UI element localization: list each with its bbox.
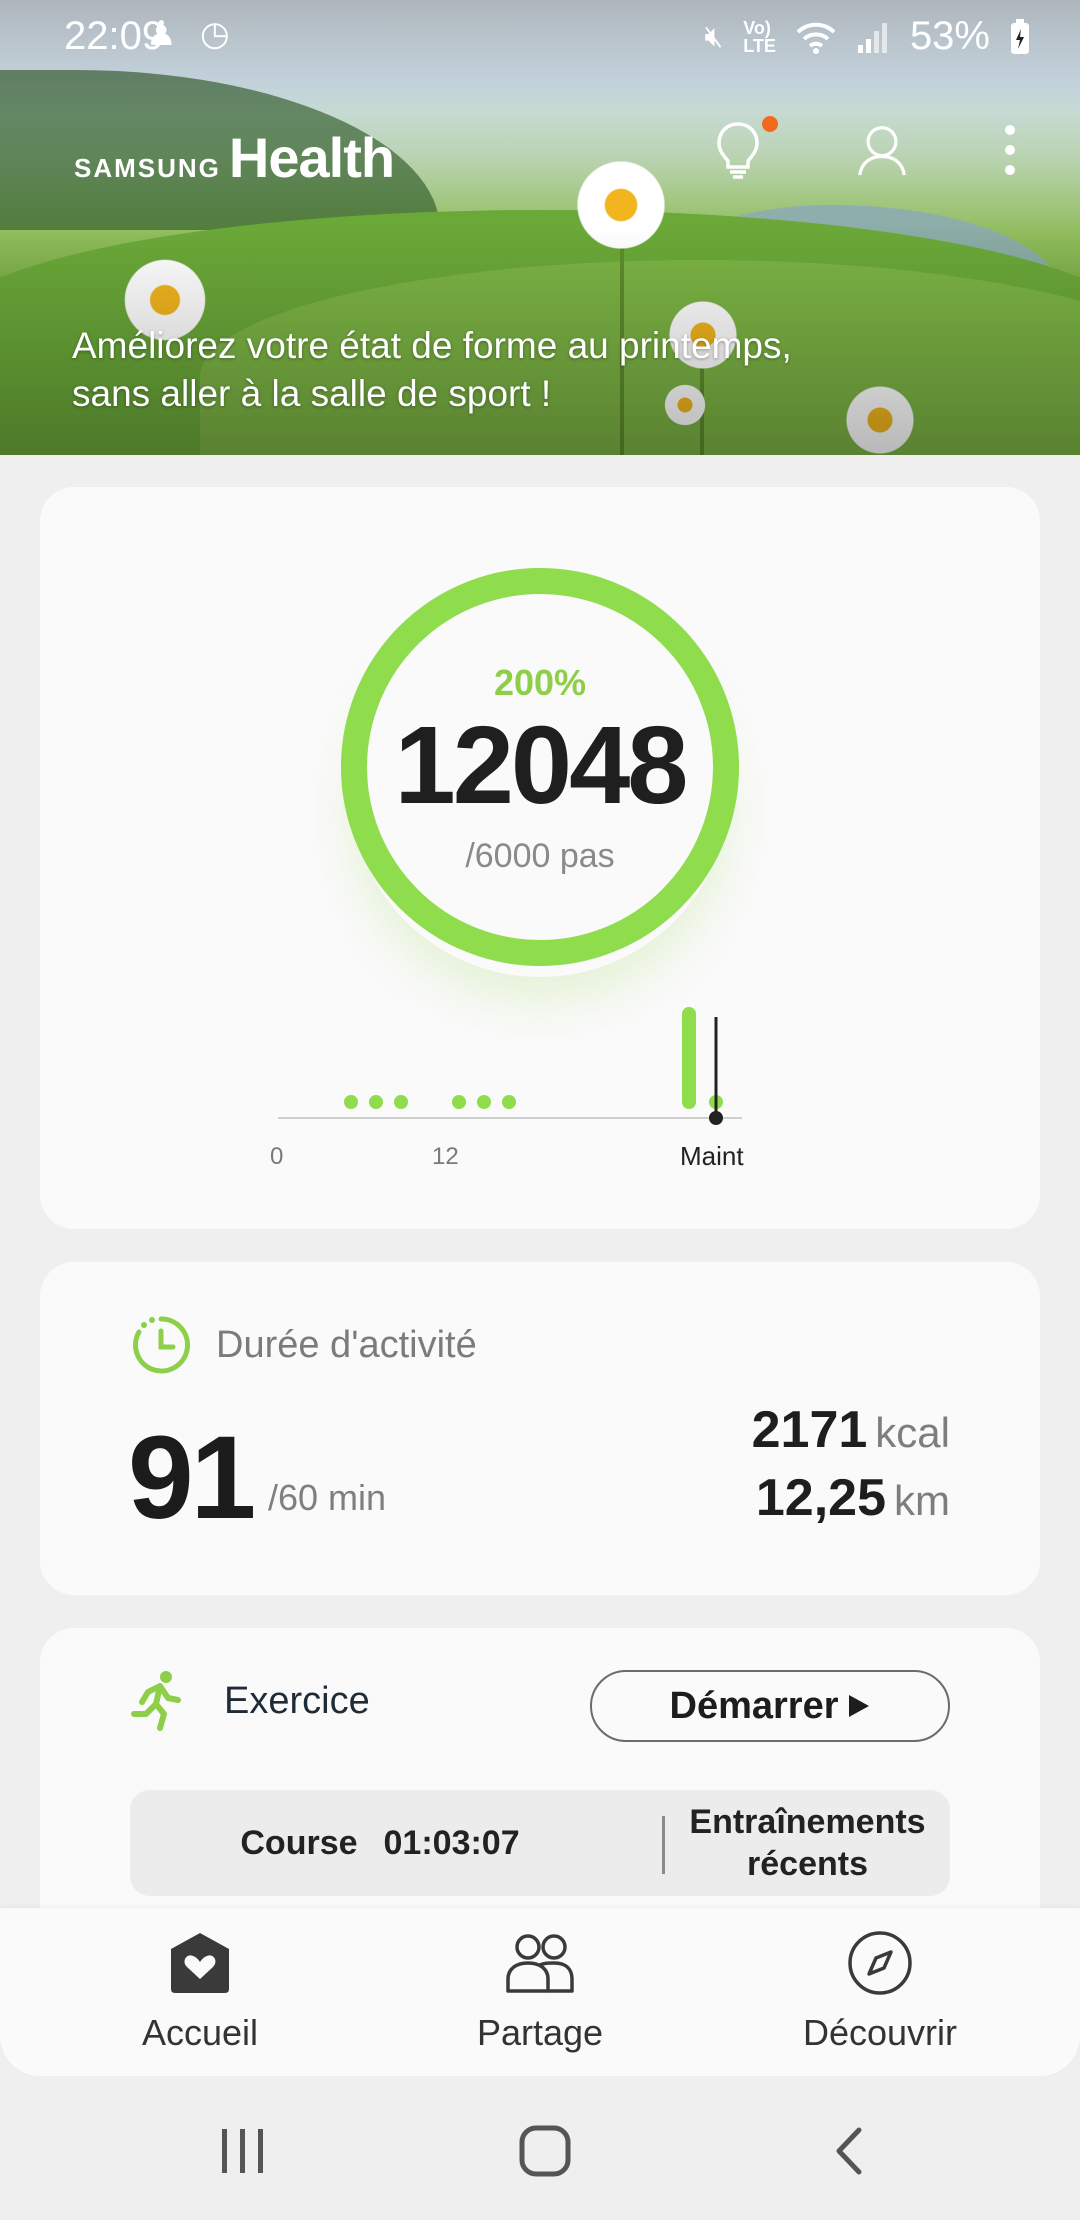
hourly-step-bar (682, 1007, 696, 1109)
distance-unit: km (894, 1477, 950, 1524)
compass-icon (848, 1931, 912, 1995)
status-right: 🔇︎ Vo) LTE 53% (704, 14, 1030, 59)
app-logo: SAMSUNG Health (74, 125, 395, 190)
nav-label: Découvrir (802, 2012, 958, 2053)
battery-percent: 53% (909, 14, 990, 58)
notification-dot (762, 116, 778, 132)
calories-stat: 2171 kcal (752, 1400, 950, 1460)
status-bar: 22:09 ♟ ◷ 🔇︎ Vo) LTE 53% (0, 0, 1080, 70)
home-button[interactable] (505, 2116, 585, 2186)
current-time-dot (709, 1111, 723, 1125)
nav-label: Partage (476, 2012, 604, 2053)
activity-header: Durée d'activité (130, 1314, 477, 1376)
mute-icon: 🔇︎ (704, 19, 724, 53)
exercise-card[interactable]: Exercice Démarrer Course 01:03:07 Entraî… (40, 1628, 1040, 1948)
activity-goal: /60 min (268, 1477, 387, 1518)
volte-icon: Vo) LTE (743, 17, 776, 56)
last-workout-type: Course (240, 1823, 358, 1862)
nav-item-partage[interactable]: Partage (410, 1928, 670, 2068)
hourly-bars (278, 1007, 742, 1125)
people-icon (506, 1934, 574, 1993)
distance-stat: 12,25 km (756, 1468, 950, 1528)
exercise-header: Exercice (130, 1670, 370, 1732)
home-icon (519, 2125, 571, 2177)
nav-label: Accueil (141, 2012, 259, 2053)
exercise-title: Exercice (224, 1679, 370, 1722)
profile-button[interactable] (856, 120, 908, 180)
activity-minutes: 91 (128, 1412, 256, 1544)
brand-samsung: SAMSUNG (74, 153, 221, 183)
hourly-step-dot (394, 1095, 408, 1109)
nav-item-decouvrir[interactable]: Découvrir (750, 1928, 1010, 2068)
recent-workouts-bar: Course 01:03:07 Entraînements récents (130, 1790, 950, 1896)
bottom-navigation: Accueil Partage Découvrir (0, 1908, 1080, 2076)
recent-workouts-link[interactable]: Entraînements récents (665, 1790, 950, 1896)
calories-value: 2171 (751, 1401, 868, 1459)
header-actions (712, 116, 1020, 180)
steps-count: 12048 (394, 704, 689, 827)
notification-icon: ♟ (146, 15, 177, 53)
steps-percent: 200% (493, 662, 587, 703)
hero-banner[interactable]: 22:09 ♟ ◷ 🔇︎ Vo) LTE 53% SAMSUNG Health … (0, 0, 1080, 455)
start-exercise-button[interactable]: Démarrer (590, 1670, 950, 1742)
hourly-step-dot (369, 1095, 383, 1109)
steps-goal: /6000 pas (465, 837, 615, 875)
tips-button[interactable] (712, 116, 778, 180)
more-options-button[interactable] (1000, 120, 1020, 180)
nav-item-accueil[interactable]: Accueil (70, 1928, 330, 2068)
tips-lightbulb-icon (717, 122, 759, 179)
chart-axis-label: 12 (432, 1143, 459, 1170)
signal-icon (857, 22, 887, 53)
wifi-icon (796, 22, 836, 54)
back-icon (836, 2127, 862, 2175)
recent-workouts-label: récents (747, 1845, 868, 1883)
recent-apps-button[interactable] (203, 2116, 283, 2186)
home-heart-icon (171, 1933, 229, 1993)
battery-icon (1011, 18, 1029, 54)
last-workout-duration: 01:03:07 (383, 1823, 520, 1862)
hourly-step-dot (344, 1095, 358, 1109)
calories-unit: kcal (875, 1409, 950, 1456)
steps-hourly-chart: 0 12 Maint (270, 1007, 810, 1187)
recent-apps-icon (222, 2129, 263, 2173)
brand-health: Health (228, 126, 395, 189)
hourly-step-dot (452, 1095, 466, 1109)
activity-card[interactable]: Durée d'activité 91 /60 min 2171 kcal 12,… (40, 1262, 1040, 1595)
chart-axis-label: 0 (270, 1143, 284, 1170)
running-icon (131, 1671, 181, 1731)
chart-axis-label-now: Maint (680, 1141, 744, 1171)
more-options-icon (1005, 125, 1015, 175)
back-button[interactable] (808, 2116, 888, 2186)
steps-card[interactable]: 200% 12048 /6000 pas 0 12 Maint (40, 487, 1040, 1229)
last-workout[interactable]: Course 01:03:07 (130, 1790, 630, 1896)
hero-message-line: sans aller à la salle de sport ! (72, 373, 552, 414)
clock-icon: ◷ (199, 15, 230, 53)
play-icon (848, 1695, 869, 1717)
profile-icon (858, 126, 906, 176)
distance-value: 12,25 (755, 1469, 886, 1527)
hero-message-line: Améliorez votre état de forme au printem… (72, 325, 792, 366)
hero-message[interactable]: Améliorez votre état de forme au printem… (72, 322, 972, 418)
hourly-step-dot (502, 1095, 516, 1109)
activity-timer-icon (133, 1316, 191, 1374)
recent-workouts-label: Entraînements (689, 1803, 926, 1841)
activity-title: Durée d'activité (216, 1323, 477, 1366)
steps-ring: 200% 12048 /6000 pas (340, 567, 740, 967)
system-navigation-bar (0, 2076, 1080, 2220)
hourly-step-dot (477, 1095, 491, 1109)
start-label: Démarrer (669, 1684, 839, 1727)
status-left-icons: ♟ ◷ (146, 14, 230, 54)
